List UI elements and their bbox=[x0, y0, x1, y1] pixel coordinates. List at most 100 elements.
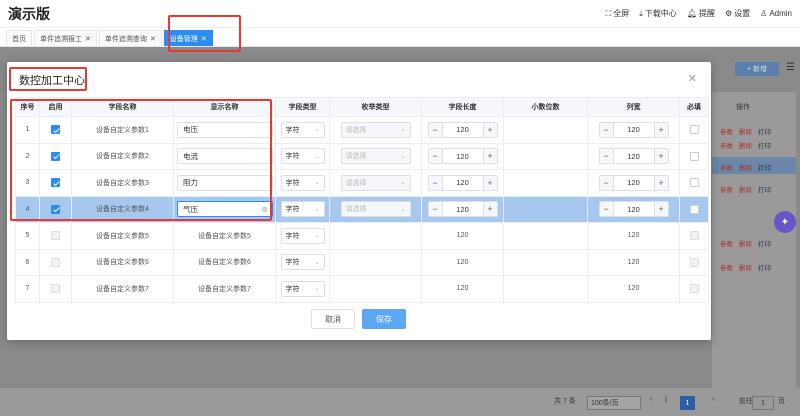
clear-icon[interactable]: ⊗ bbox=[261, 205, 268, 214]
table-row[interactable]: 3 设备自定义参数3 阻力 字符 ⌄ 请选择 ⌄ −120 + −120 + bbox=[15, 169, 709, 197]
close-icon[interactable]: ✕ bbox=[201, 35, 207, 43]
enabled-checkbox[interactable] bbox=[51, 204, 60, 214]
table-row[interactable]: 1 设备自定义参数1 电压 字符 ⌄ 请选择 ⌄ −120 + −120 + bbox=[15, 116, 709, 144]
column-width-stepper[interactable]: −120 + bbox=[598, 201, 669, 218]
params-link[interactable]: 参数 bbox=[720, 126, 733, 136]
enum-type-select[interactable]: 请选择 ⌄ bbox=[340, 148, 411, 165]
tab-single-trace-query[interactable]: 单件追溯查询 ✕ bbox=[98, 30, 162, 46]
minus-icon[interactable]: − bbox=[599, 202, 614, 217]
print-link[interactable]: 打印 bbox=[758, 262, 771, 272]
prev-page-button[interactable]: ‹ bbox=[650, 396, 652, 403]
field-type-select[interactable]: 字符 ⌄ bbox=[280, 121, 325, 138]
minus-icon[interactable]: − bbox=[599, 122, 614, 137]
page-size-select[interactable]: 100条/页 ▾ bbox=[587, 396, 641, 410]
delete-link[interactable]: 删除 bbox=[739, 140, 752, 150]
reminder-button[interactable]: 🔔︎ 提醒 bbox=[687, 8, 715, 19]
delete-link[interactable]: 删除 bbox=[739, 262, 752, 272]
required-checkbox[interactable] bbox=[689, 204, 699, 214]
display-name-input[interactable]: 气压 ⊗ bbox=[177, 201, 273, 218]
next-page-button[interactable]: › bbox=[712, 396, 714, 403]
params-link[interactable]: 参数 bbox=[720, 238, 733, 248]
column-width-stepper[interactable]: −120 + bbox=[598, 121, 669, 138]
field-length-stepper[interactable]: −120 + bbox=[427, 121, 498, 138]
field-type-select[interactable]: 字符 ⌄ bbox=[280, 174, 325, 191]
fullscreen-button[interactable]: ⛶ 全屏 bbox=[606, 8, 630, 19]
required-checkbox[interactable] bbox=[689, 178, 699, 188]
params-link[interactable]: 参数 bbox=[720, 162, 733, 172]
enabled-checkbox[interactable] bbox=[51, 231, 60, 241]
settings-button[interactable]: ⚙ 设置 bbox=[725, 8, 750, 19]
display-name-input[interactable]: 阻力 bbox=[177, 174, 273, 191]
table-row[interactable]: 5 设备自定义参数5 设备自定义参数5 字符 ⌄ 120 120 bbox=[15, 222, 709, 250]
column-menu-icon[interactable]: ☰ bbox=[786, 62, 795, 73]
enabled-checkbox[interactable] bbox=[51, 125, 60, 135]
tab-single-trace-report[interactable]: 单件追溯报工 ✕ bbox=[34, 30, 97, 46]
plus-icon[interactable]: + bbox=[653, 202, 668, 217]
display-name-input[interactable]: 电压 bbox=[177, 121, 273, 138]
enum-type-select[interactable]: 请选择 ⌄ bbox=[340, 201, 411, 218]
save-button[interactable]: 保存 bbox=[362, 309, 406, 329]
column-width-stepper[interactable]: −120 + bbox=[598, 174, 669, 191]
field-type-select[interactable]: 字符 ⌄ bbox=[280, 254, 325, 271]
field-length-stepper[interactable]: −120 + bbox=[427, 201, 498, 218]
tab-home[interactable]: 首页 bbox=[6, 30, 32, 46]
minus-icon[interactable]: − bbox=[428, 122, 443, 137]
field-type-select[interactable]: 字符 ⌄ bbox=[280, 201, 325, 218]
user-menu[interactable]: ♙ Admin bbox=[760, 9, 792, 18]
plus-icon[interactable]: + bbox=[482, 175, 497, 190]
params-link[interactable]: 参数 bbox=[720, 140, 733, 150]
field-length-stepper[interactable]: −120 + bbox=[427, 148, 498, 165]
enum-type-select[interactable]: 请选择 ⌄ bbox=[340, 121, 411, 138]
required-checkbox[interactable] bbox=[689, 231, 699, 241]
enabled-checkbox[interactable] bbox=[51, 151, 60, 161]
enabled-checkbox[interactable] bbox=[51, 257, 60, 267]
table-row[interactable]: 4 设备自定义参数4 气压 ⊗ 字符 ⌄ 请选择 ⌄ −120 + −120 + bbox=[15, 195, 709, 223]
print-link[interactable]: 打印 bbox=[758, 162, 771, 172]
minus-icon[interactable]: − bbox=[599, 175, 614, 190]
table-row[interactable]: 6 设备自定义参数6 设备自定义参数6 字符 ⌄ 120 120 bbox=[15, 248, 709, 276]
minus-icon[interactable]: − bbox=[428, 149, 443, 164]
close-icon[interactable]: ✕ bbox=[150, 35, 156, 43]
column-width-stepper[interactable]: −120 + bbox=[598, 148, 669, 165]
minus-icon[interactable]: − bbox=[428, 202, 443, 217]
params-link[interactable]: 参数 bbox=[720, 184, 733, 194]
delete-link[interactable]: 删除 bbox=[739, 162, 752, 172]
goto-page-input[interactable]: 1 bbox=[752, 396, 774, 410]
required-checkbox[interactable] bbox=[689, 151, 699, 161]
print-link[interactable]: 打印 bbox=[758, 140, 771, 150]
required-checkbox[interactable] bbox=[689, 257, 699, 267]
field-type-select[interactable]: 字符 ⌄ bbox=[280, 227, 325, 244]
required-checkbox[interactable] bbox=[689, 284, 699, 294]
assistant-bubble-icon[interactable]: ✦ bbox=[774, 211, 796, 233]
close-icon[interactable]: ✕ bbox=[688, 72, 697, 85]
plus-icon[interactable]: + bbox=[482, 149, 497, 164]
delete-link[interactable]: 删除 bbox=[739, 238, 752, 248]
print-link[interactable]: 打印 bbox=[758, 238, 771, 248]
field-length-stepper[interactable]: −120 + bbox=[427, 174, 498, 191]
minus-icon[interactable]: − bbox=[428, 175, 443, 190]
minus-icon[interactable]: − bbox=[599, 149, 614, 164]
field-type-select[interactable]: 字符 ⌄ bbox=[280, 280, 325, 297]
cancel-button[interactable]: 取消 bbox=[311, 309, 355, 329]
field-type-select[interactable]: 字符 ⌄ bbox=[280, 148, 325, 165]
required-checkbox[interactable] bbox=[689, 125, 699, 135]
add-button[interactable]: + 新增 bbox=[735, 62, 779, 76]
print-link[interactable]: 打印 bbox=[758, 126, 771, 136]
plus-icon[interactable]: + bbox=[653, 175, 668, 190]
tab-device-management[interactable]: 设备管理 ✕ bbox=[163, 30, 213, 46]
enabled-checkbox[interactable] bbox=[51, 178, 60, 188]
table-row[interactable]: 7 设备自定义参数7 设备自定义参数7 字符 ⌄ 120 120 bbox=[15, 275, 709, 303]
enabled-checkbox[interactable] bbox=[51, 284, 60, 294]
params-link[interactable]: 参数 bbox=[720, 262, 733, 272]
plus-icon[interactable]: + bbox=[653, 122, 668, 137]
delete-link[interactable]: 删除 bbox=[739, 184, 752, 194]
plus-icon[interactable]: + bbox=[653, 149, 668, 164]
plus-icon[interactable]: + bbox=[482, 202, 497, 217]
enum-type-select[interactable]: 请选择 ⌄ bbox=[340, 174, 411, 191]
display-name-input[interactable]: 电流 bbox=[177, 148, 273, 165]
table-row[interactable]: 2 设备自定义参数2 电流 字符 ⌄ 请选择 ⌄ −120 + −120 + bbox=[15, 142, 709, 170]
plus-icon[interactable]: + bbox=[482, 122, 497, 137]
print-link[interactable]: 打印 bbox=[758, 184, 771, 194]
current-page[interactable]: 1 bbox=[680, 396, 695, 410]
download-center-button[interactable]: ⤓ 下载中心 bbox=[639, 8, 677, 19]
